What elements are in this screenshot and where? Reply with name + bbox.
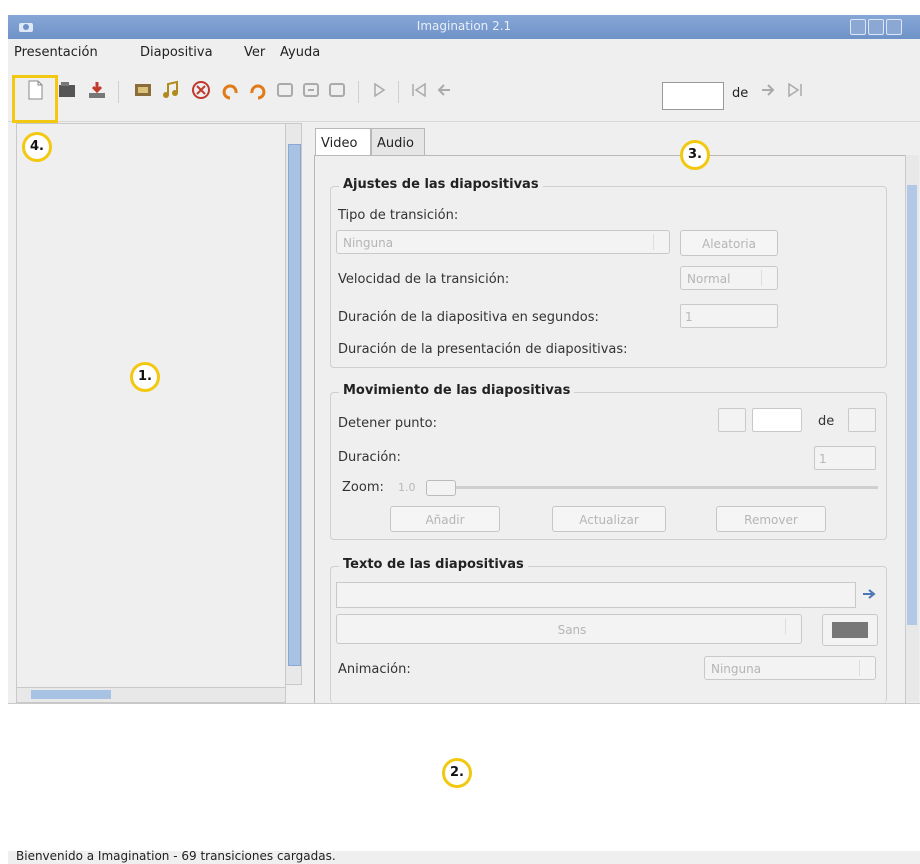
menu-presentacion[interactable]: Presentación <box>14 45 98 60</box>
import-pictures-icon[interactable] <box>132 79 154 101</box>
slide-duration-spin[interactable]: 1 <box>680 304 778 328</box>
zoom-in-icon[interactable] <box>274 79 296 101</box>
thumbnail-horizontal-scrollbar[interactable] <box>16 687 286 703</box>
zoom-slider[interactable] <box>426 486 878 489</box>
thumbnail-vertical-scrollbar[interactable] <box>285 123 302 685</box>
slides-thumbnail-pane[interactable] <box>16 123 286 689</box>
menu-ayuda[interactable]: Ayuda <box>280 45 320 60</box>
slide-text-input[interactable] <box>336 582 856 608</box>
font-color-button[interactable] <box>822 614 878 646</box>
tab-audio[interactable]: Audio <box>371 128 425 156</box>
chevron-down-icon <box>653 234 666 250</box>
panel-vertical-scrollbar[interactable] <box>905 155 919 702</box>
chevron-down-icon <box>859 660 872 676</box>
zoom-label: Zoom: <box>342 480 384 495</box>
status-bar: Bienvenido a Imagination - 69 transicion… <box>16 849 336 863</box>
stop-point-prev-button[interactable] <box>718 408 746 432</box>
chevron-down-icon <box>761 270 774 286</box>
play-icon[interactable] <box>368 79 390 101</box>
callout-1: 1. <box>130 362 160 392</box>
animation-label: Animación: <box>338 662 411 677</box>
arrow-right-icon[interactable] <box>862 588 876 600</box>
slide-motion-title: Movimiento de las diapositivas <box>339 383 575 398</box>
menu-ver[interactable]: Ver <box>244 45 265 60</box>
first-slide-icon[interactable] <box>408 79 430 101</box>
zoom-fit-icon[interactable] <box>326 79 348 101</box>
add-button[interactable]: Añadir <box>390 506 500 532</box>
transition-speed-label: Velocidad de la transición: <box>338 272 510 287</box>
previous-slide-icon[interactable] <box>434 79 456 101</box>
rotate-right-icon[interactable] <box>246 79 268 101</box>
presentation-duration-label: Duración de la presentación de diapositi… <box>338 342 628 357</box>
minimize-icon[interactable] <box>850 19 866 35</box>
zoom-out-icon[interactable] <box>300 79 322 101</box>
rotate-left-icon[interactable] <box>220 79 242 101</box>
new-button-highlight <box>12 75 58 123</box>
save-icon[interactable] <box>86 79 108 101</box>
toolbar: de <box>8 65 920 122</box>
slide-duration-label: Duración de la diapositiva en segundos: <box>338 310 599 325</box>
open-icon[interactable] <box>56 79 78 101</box>
callout-4: 4. <box>22 132 52 162</box>
stop-point-next-button[interactable] <box>848 408 876 432</box>
chevron-down-icon <box>785 618 798 634</box>
random-transition-button[interactable]: Aleatoria <box>680 230 778 256</box>
title-bar: Imagination 2.1 <box>8 15 920 39</box>
stop-point-of-label: de <box>818 414 835 429</box>
animation-combo[interactable]: Ninguna <box>704 656 876 680</box>
motion-duration-spin[interactable]: 1 <box>814 446 876 470</box>
transition-speed-combo[interactable]: Normal <box>680 266 778 290</box>
slide-count-label: de <box>732 86 749 101</box>
menu-bar: Presentación Diapositiva Ver Ayuda <box>8 40 920 64</box>
close-icon[interactable] <box>886 19 902 35</box>
zoom-slider-handle[interactable] <box>426 480 456 496</box>
update-button[interactable]: Actualizar <box>552 506 666 532</box>
tab-video[interactable]: Video <box>315 128 371 156</box>
maximize-icon[interactable] <box>868 19 884 35</box>
stop-point-input[interactable] <box>752 408 802 432</box>
delete-icon[interactable] <box>190 79 212 101</box>
zoom-value: 1.0 <box>398 481 416 494</box>
callout-3: 3. <box>680 140 710 170</box>
menu-diapositiva[interactable]: Diapositiva <box>140 45 213 60</box>
motion-duration-label: Duración: <box>338 450 401 465</box>
window-title: Imagination 2.1 <box>416 19 512 33</box>
last-slide-icon[interactable] <box>784 79 806 101</box>
slide-text-title: Texto de las diapositivas <box>339 557 528 572</box>
remove-button[interactable]: Remover <box>716 506 826 532</box>
next-slide-icon[interactable] <box>756 79 778 101</box>
transition-type-label: Tipo de transición: <box>338 208 459 223</box>
callout-2: 2. <box>442 758 472 788</box>
transition-type-combo[interactable]: Ninguna <box>336 230 670 254</box>
slide-settings-title: Ajustes de las diapositivas <box>339 177 543 192</box>
font-selector[interactable]: Sans <box>336 614 802 644</box>
slide-number-input[interactable] <box>662 82 724 110</box>
stop-point-label: Detener punto: <box>338 416 437 431</box>
import-music-icon[interactable] <box>160 79 182 101</box>
